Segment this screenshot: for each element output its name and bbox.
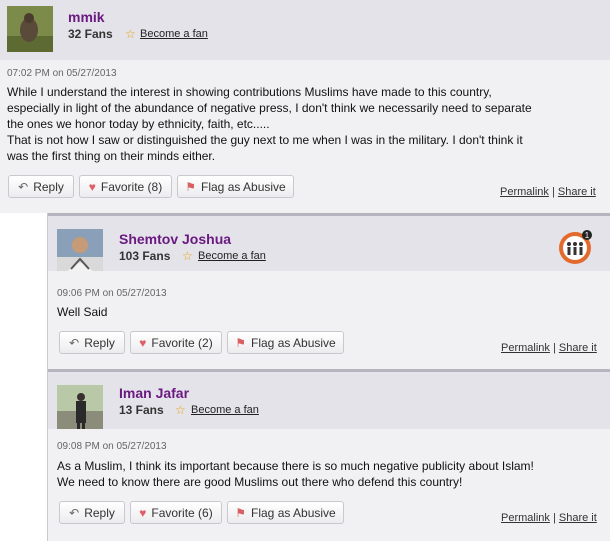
reply-button[interactable]: ↶ Reply <box>59 501 125 524</box>
badge-count: 1 <box>585 231 590 240</box>
flag-abusive-button[interactable]: ⚑ Flag as Abusive <box>227 501 344 524</box>
favorite-label: Favorite (6) <box>151 505 213 520</box>
comment-text: While I understand the interest in showi… <box>7 84 605 164</box>
date-prefix: on <box>102 288 114 299</box>
become-fan-link[interactable]: Become a fan <box>198 250 266 262</box>
become-fan-link[interactable]: Become a fan <box>191 404 259 416</box>
flag-label: Flag as Abusive <box>251 335 336 350</box>
text-line: Well Said <box>57 305 108 319</box>
favorite-button[interactable]: ♥ Favorite (2) <box>130 331 222 354</box>
date-prefix: on <box>102 441 114 452</box>
comment-body: 09:06 PM on 05/27/2013 Well Said ↶ Reply… <box>48 271 610 369</box>
flag-icon: ⚑ <box>235 335 247 350</box>
text-line: While I understand the interest in showi… <box>7 85 492 99</box>
timestamp: 07:02 PM on 05/27/2013 <box>7 68 117 79</box>
flag-icon: ⚑ <box>185 179 197 194</box>
flag-label: Flag as Abusive <box>201 179 286 194</box>
heart-icon: ♥ <box>139 505 147 520</box>
star-icon: ☆ <box>125 27 136 41</box>
flag-abusive-button[interactable]: ⚑ Flag as Abusive <box>177 175 294 198</box>
reply-button[interactable]: ↶ Reply <box>59 331 125 354</box>
reply-label: Reply <box>84 505 115 520</box>
flag-abusive-button[interactable]: ⚑ Flag as Abusive <box>227 331 344 354</box>
time-value: 07:02 PM <box>7 68 50 79</box>
text-line: was the first thing on their minds eithe… <box>7 149 216 163</box>
avatar[interactable] <box>7 6 53 52</box>
link-separator: | <box>552 512 556 524</box>
time-value: 09:06 PM <box>57 288 100 299</box>
text-line: We need to know there are good Muslims o… <box>57 475 463 489</box>
reply-button[interactable]: ↶ Reply <box>8 175 74 198</box>
reply-label: Reply <box>84 335 115 350</box>
date-prefix: on <box>52 68 64 79</box>
comment: mmik 32 Fans ☆ Become a fan 07:02 PM on … <box>0 0 610 213</box>
time-value: 09:08 PM <box>57 441 100 452</box>
permalink-link[interactable]: Permalink <box>501 512 550 524</box>
text-line: As a Muslim, I think its important becau… <box>57 459 534 473</box>
favorite-label: Favorite (8) <box>100 179 163 194</box>
comment-text: Well Said <box>57 304 597 320</box>
fan-count: 32 Fans <box>68 27 113 41</box>
heart-icon: ♥ <box>139 335 147 350</box>
share-link[interactable]: Share it <box>559 342 597 354</box>
username[interactable]: mmik <box>68 9 105 25</box>
star-icon: ☆ <box>182 249 193 263</box>
reply-label: Reply <box>33 179 64 194</box>
heart-icon: ♥ <box>88 179 96 194</box>
comment: Iman Jafar 13 Fans ☆ Become a fan 09:08 … <box>47 369 610 541</box>
permalink-link[interactable]: Permalink <box>500 186 549 198</box>
achievement-badge-icon[interactable]: 1 <box>558 229 594 265</box>
favorite-button[interactable]: ♥ Favorite (6) <box>130 501 222 524</box>
comment-links: Permalink | Share it <box>501 342 597 354</box>
username[interactable]: Iman Jafar <box>119 385 189 401</box>
comment-header: Shemtov Joshua 103 Fans ☆ Become a fan 1 <box>48 213 610 275</box>
comment-header: Iman Jafar 13 Fans ☆ Become a fan <box>48 369 610 431</box>
share-link[interactable]: Share it <box>558 186 596 198</box>
comment-links: Permalink | Share it <box>500 186 596 198</box>
comment-links: Permalink | Share it <box>501 512 597 524</box>
username[interactable]: Shemtov Joshua <box>119 231 231 247</box>
favorite-label: Favorite (2) <box>151 335 213 350</box>
reply-arrow-icon: ↶ <box>18 179 29 194</box>
flag-icon: ⚑ <box>235 505 247 520</box>
flag-label: Flag as Abusive <box>251 505 336 520</box>
link-separator: | <box>551 186 555 198</box>
text-line: especially in light of the abundance of … <box>7 101 532 115</box>
reply-arrow-icon: ↶ <box>69 335 80 350</box>
timestamp: 09:06 PM on 05/27/2013 <box>57 288 167 299</box>
avatar[interactable] <box>57 385 103 431</box>
fan-count: 103 Fans <box>119 249 171 263</box>
favorite-button[interactable]: ♥ Favorite (8) <box>79 175 172 198</box>
reply-arrow-icon: ↶ <box>69 505 80 520</box>
text-line: the ones we honor today by ethnicity, fa… <box>7 117 270 131</box>
text-line: That is not how I saw or distinguished t… <box>7 133 523 147</box>
comment-body: 07:02 PM on 05/27/2013 While I understan… <box>0 60 610 213</box>
comment-header: mmik 32 Fans ☆ Become a fan <box>0 0 610 60</box>
become-fan-link[interactable]: Become a fan <box>140 28 208 40</box>
permalink-link[interactable]: Permalink <box>501 342 550 354</box>
comment: Shemtov Joshua 103 Fans ☆ Become a fan 1… <box>47 213 610 369</box>
share-link[interactable]: Share it <box>559 512 597 524</box>
comment-body: 09:08 PM on 05/27/2013 As a Muslim, I th… <box>48 429 610 541</box>
link-separator: | <box>552 342 556 354</box>
fan-count: 13 Fans <box>119 403 164 417</box>
star-icon: ☆ <box>175 403 186 417</box>
comment-text: As a Muslim, I think its important becau… <box>57 458 602 490</box>
date-value: 05/27/2013 <box>116 441 167 452</box>
date-value: 05/27/2013 <box>116 288 167 299</box>
date-value: 05/27/2013 <box>66 68 117 79</box>
avatar[interactable] <box>57 229 103 275</box>
timestamp: 09:08 PM on 05/27/2013 <box>57 441 167 452</box>
